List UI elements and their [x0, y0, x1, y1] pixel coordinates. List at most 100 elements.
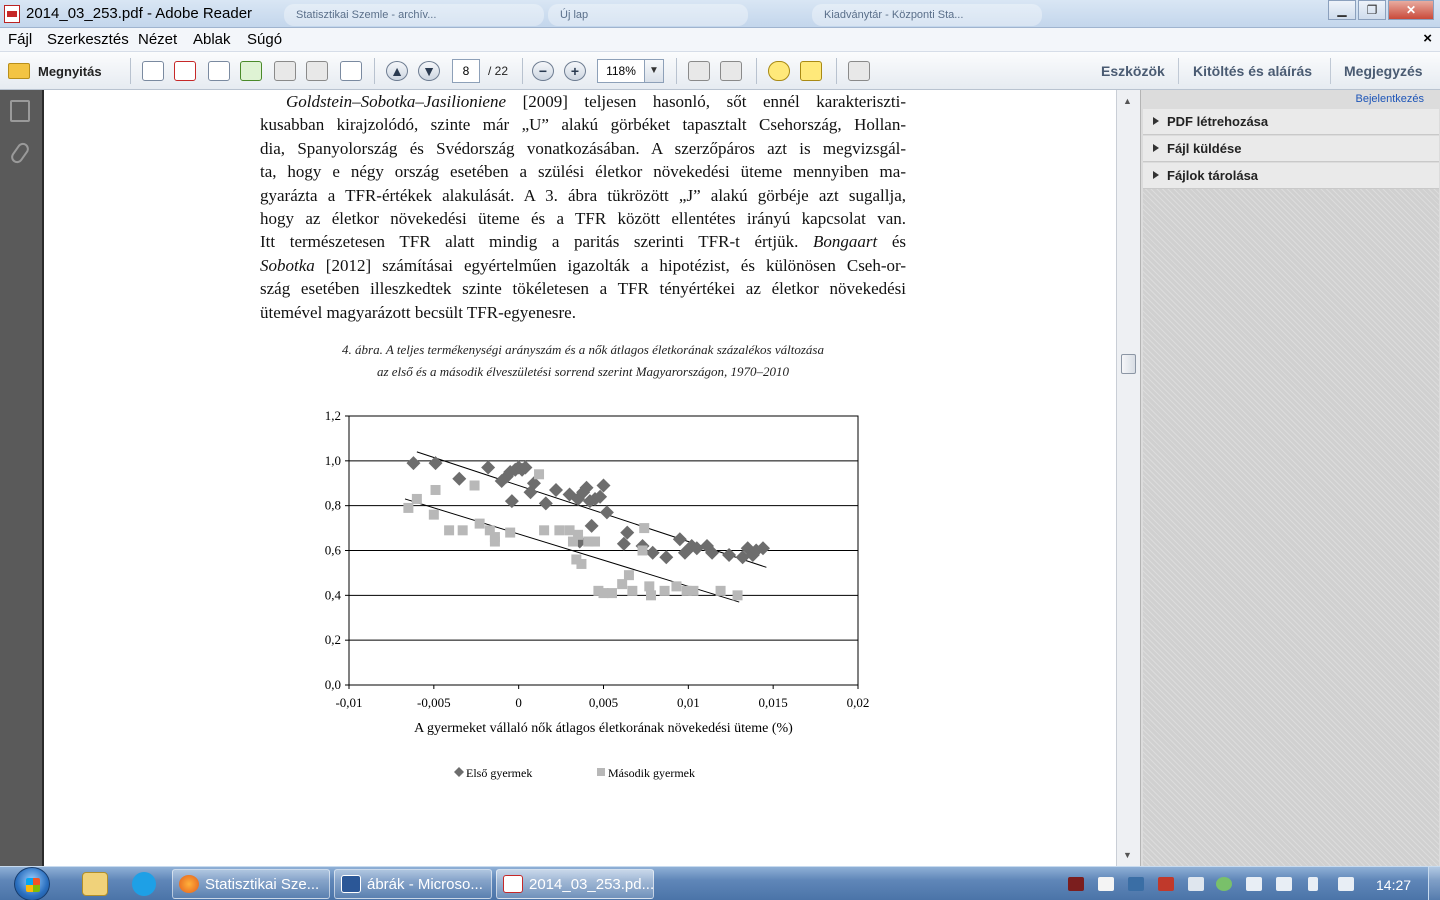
scroll-up-icon[interactable]: ▲ — [1123, 96, 1132, 106]
text-line: gyarázta a TFR-értékek alakulását. A 3. … — [260, 185, 906, 205]
menu-window[interactable]: Ablak — [193, 31, 231, 48]
zoom-out-icon[interactable]: − — [532, 61, 554, 81]
taskbar-word[interactable]: ábrák - Microso... — [334, 869, 492, 899]
panel-item-store-files[interactable]: Fájlok tárolása — [1143, 163, 1439, 189]
data-point-diamond — [659, 550, 674, 565]
sign-in-link[interactable]: Bejelentkezés — [1356, 93, 1425, 105]
text-line: Goldstein–Sobotka–Jasilioniene [2009] te… — [286, 92, 906, 111]
zoom-in-icon[interactable]: + — [564, 61, 586, 81]
menu-file[interactable]: Fájl — [8, 31, 32, 48]
data-point-square — [617, 579, 628, 590]
panel-item-send-file[interactable]: Fájl küldése — [1143, 136, 1439, 162]
toolbar-separator — [1178, 58, 1179, 84]
tray-display-icon[interactable] — [1188, 877, 1204, 891]
data-point-diamond — [452, 471, 467, 486]
print-icon[interactable] — [306, 61, 328, 81]
x-tick-label: 0,005 — [589, 695, 618, 710]
show-desktop-button[interactable] — [1428, 867, 1440, 900]
edit-document-icon[interactable] — [208, 61, 230, 81]
text-line: dia, Spanyolország és Svédország vonatko… — [260, 138, 906, 158]
menu-view[interactable]: Nézet — [138, 31, 177, 48]
menu-help[interactable]: Súgó — [247, 31, 282, 48]
data-point-square — [430, 484, 441, 495]
email-icon[interactable] — [340, 61, 362, 81]
tray-update-icon[interactable] — [1216, 877, 1232, 891]
data-point-square — [411, 493, 422, 504]
scroll-thumb[interactable] — [1121, 354, 1136, 374]
data-point-diamond — [596, 478, 611, 493]
task-label: ábrák - Microso... — [367, 876, 483, 893]
clock[interactable]: 14:27 — [1376, 877, 1411, 893]
background-browser-tab: Statisztikai Szemle - archív... — [284, 4, 544, 26]
x-tick-label: -0,005 — [417, 695, 451, 710]
tray-device-icon[interactable] — [1098, 877, 1114, 891]
create-pdf-icon[interactable] — [142, 61, 164, 81]
start-button[interactable] — [14, 867, 50, 900]
highlight-icon[interactable] — [800, 61, 822, 81]
cloud-upload-icon[interactable] — [240, 61, 262, 81]
fit-page-icon[interactable] — [688, 61, 710, 81]
tools-button[interactable]: Eszközök — [1101, 63, 1165, 79]
menu-edit[interactable]: Szerkesztés — [47, 31, 129, 48]
tray-network-drive-icon[interactable] — [1128, 877, 1144, 891]
background-browser-tab: Új lap — [548, 4, 748, 26]
data-point-square — [457, 525, 468, 536]
text-line: Sobotka [2012] számításai egyértelműen i… — [260, 255, 906, 275]
text-line: ta, hogy e négy ország esetében a szülés… — [260, 162, 906, 182]
x-axis-ticks: -0,01 -0,005 0 0,005 0,01 0,015 0,02 — [335, 685, 869, 710]
fullscreen-icon[interactable] — [848, 61, 870, 81]
window-title: 2014_03_253.pdf - Adobe Reader — [26, 5, 253, 22]
taskbar-adobe-reader[interactable]: 2014_03_253.pd... — [496, 869, 654, 899]
fit-width-icon[interactable] — [720, 61, 742, 81]
skype-icon[interactable] — [132, 872, 156, 896]
comment-panel-button[interactable]: Megjegyzés — [1344, 63, 1423, 79]
page-total: / 22 — [488, 64, 509, 78]
next-page-icon[interactable]: ▼ — [418, 61, 440, 81]
network-signal-icon[interactable] — [1276, 877, 1292, 891]
tray-app-icon[interactable] — [1068, 877, 1084, 891]
taskbar-firefox[interactable]: Statisztikai Sze... — [172, 869, 330, 899]
close-window-button[interactable]: ✕ — [1388, 0, 1434, 20]
vertical-scrollbar[interactable]: ▲ ▼ — [1116, 90, 1140, 866]
data-point-square — [606, 588, 617, 599]
data-point-diamond — [481, 460, 496, 475]
panel-item-label: Fájlok tárolása — [1167, 168, 1259, 183]
fill-and-sign-button[interactable]: Kitöltés és aláírás — [1193, 63, 1312, 79]
data-point-square — [469, 480, 480, 491]
scroll-down-icon[interactable]: ▼ — [1123, 850, 1132, 860]
close-document-button[interactable]: × — [1423, 30, 1432, 47]
y-axis-ticks: 0,0 0,2 0,4 0,6 0,8 1,0 1,2 — [325, 408, 349, 692]
toolbar-separator — [130, 58, 131, 84]
volume-icon[interactable] — [1246, 877, 1262, 891]
page-number-input[interactable]: 8 — [452, 59, 480, 83]
panel-item-create-pdf[interactable]: PDF létrehozása — [1143, 109, 1439, 135]
tray-security-icon[interactable] — [1158, 877, 1174, 891]
file-explorer-icon[interactable] — [82, 872, 108, 896]
bluetooth-icon[interactable] — [1308, 877, 1318, 891]
save-icon[interactable] — [274, 61, 296, 81]
document-viewport[interactable]: Goldstein–Sobotka–Jasilioniene [2009] te… — [42, 90, 1116, 866]
data-point-square — [623, 570, 634, 581]
open-button[interactable]: Megnyitás — [8, 60, 102, 82]
comment-icon[interactable] — [768, 61, 790, 81]
data-point-square — [444, 525, 455, 536]
y-tick-label: 0,4 — [325, 587, 342, 602]
data-point-square — [646, 590, 657, 601]
y-tick-label: 1,0 — [325, 453, 341, 468]
export-pdf-icon[interactable] — [174, 61, 196, 81]
series-first-child — [406, 456, 770, 565]
data-point-square — [732, 590, 743, 601]
zoom-dropdown-button[interactable]: ▼ — [644, 59, 664, 83]
chart-legend: Első gyermek Második gyermek — [454, 766, 695, 780]
data-point-square — [573, 529, 584, 540]
attachments-icon[interactable] — [8, 140, 32, 166]
minimize-button[interactable]: ▁ — [1328, 0, 1356, 20]
previous-page-icon[interactable]: ▲ — [386, 61, 408, 81]
pdf-file-icon — [4, 5, 20, 23]
page-thumbnails-icon[interactable] — [10, 100, 30, 122]
action-center-flag-icon[interactable] — [1338, 877, 1354, 891]
data-point-square — [627, 585, 638, 596]
zoom-input[interactable]: 118% — [597, 59, 645, 83]
restore-button[interactable]: ❐ — [1358, 0, 1386, 20]
data-point-diamond — [584, 518, 599, 533]
